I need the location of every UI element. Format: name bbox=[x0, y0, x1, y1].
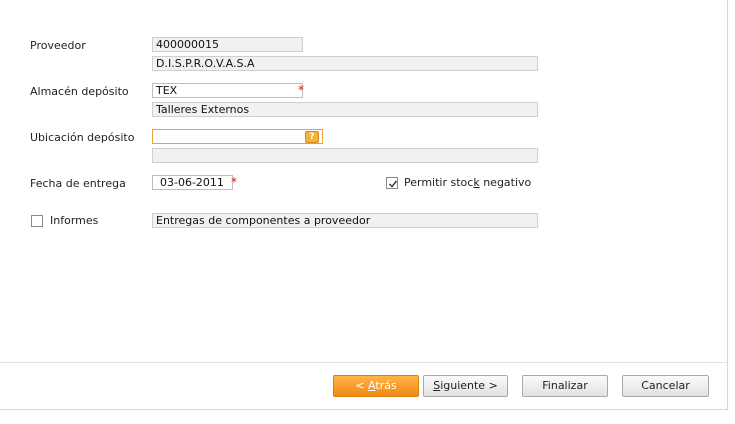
stock-negativo-label[interactable]: Permitir stock negativo bbox=[404, 176, 531, 189]
informes-field: Entregas de componentes a proveedor bbox=[152, 213, 538, 228]
ubicacion-label: Ubicación depósito bbox=[30, 131, 135, 144]
back-button[interactable]: < Atrás bbox=[333, 375, 419, 397]
almacen-required-mark: * bbox=[298, 83, 304, 97]
almacen-label: Almacén depósito bbox=[30, 85, 129, 98]
footer-separator bbox=[0, 362, 728, 363]
informes-label: Informes bbox=[50, 214, 99, 227]
informes-checkbox[interactable] bbox=[31, 215, 43, 227]
cancel-button[interactable]: Cancelar bbox=[622, 375, 709, 397]
wizard-panel: Proveedor 400000015 D.I.S.P.R.O.V.A.S.A … bbox=[0, 0, 728, 410]
proveedor-name-field: D.I.S.P.R.O.V.A.S.A bbox=[152, 56, 538, 71]
stock-negativo-checkbox[interactable] bbox=[386, 177, 398, 189]
fecha-required-mark: * bbox=[231, 175, 237, 189]
question-lookup-icon[interactable]: ? bbox=[305, 131, 319, 143]
ubicacion-description-field bbox=[152, 148, 538, 163]
checkmark-icon bbox=[389, 180, 398, 188]
finish-button[interactable]: Finalizar bbox=[522, 375, 608, 397]
almacen-code-input[interactable]: TEX bbox=[152, 83, 303, 98]
proveedor-label: Proveedor bbox=[30, 39, 86, 52]
next-button[interactable]: Siguiente > bbox=[423, 375, 508, 397]
fecha-input[interactable]: 03-06-2011 bbox=[152, 175, 233, 190]
fecha-label: Fecha de entrega bbox=[30, 177, 126, 190]
almacen-name-field: Talleres Externos bbox=[152, 102, 538, 117]
proveedor-code-field: 400000015 bbox=[152, 37, 303, 52]
ubicacion-input[interactable] bbox=[152, 129, 323, 144]
